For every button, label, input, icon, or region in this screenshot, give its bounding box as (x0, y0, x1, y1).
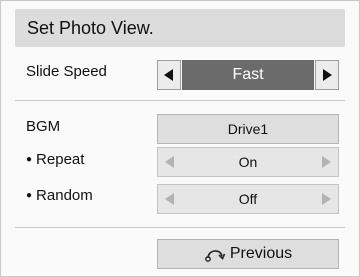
repeat-left-arrow[interactable] (158, 148, 182, 176)
dialog-title: Set Photo View. (27, 17, 154, 38)
left-arrow-icon (165, 156, 174, 168)
repeat-right-arrow[interactable] (314, 148, 338, 176)
slide-speed-label: Slide Speed (26, 63, 107, 80)
repeat-label: Repeat (26, 151, 84, 171)
random-right-arrow[interactable] (314, 185, 338, 213)
dialog-title-bar: Set Photo View. (15, 9, 345, 47)
slide-speed-right-arrow[interactable] (315, 60, 339, 90)
random-label: Random (26, 187, 93, 207)
random-label-text: Random (36, 187, 93, 204)
repeat-label-text: Repeat (36, 151, 85, 168)
bgm-label: BGM (26, 118, 61, 135)
random-left-arrow[interactable] (158, 185, 182, 213)
random-value: Off (238, 191, 258, 207)
repeat-selector[interactable]: On (157, 147, 339, 177)
return-arrow-icon (204, 246, 226, 262)
slide-speed-selector[interactable]: Fast (157, 60, 339, 90)
previous-label: Previous (229, 245, 293, 262)
left-arrow-icon (164, 69, 173, 81)
separator-top (15, 100, 345, 101)
right-arrow-icon (322, 156, 331, 168)
slide-speed-value: Fast (182, 60, 314, 90)
slide-speed-left-arrow[interactable] (157, 60, 181, 90)
random-selector[interactable]: Off (157, 184, 339, 214)
right-arrow-icon (323, 69, 332, 81)
bgm-drive-label: Drive1 (227, 121, 269, 137)
left-arrow-icon (165, 193, 174, 205)
photo-view-settings-dialog: Set Photo View. Slide Speed Fast BGM Dri… (0, 0, 360, 277)
previous-button[interactable]: Previous (157, 239, 339, 269)
separator-bottom (15, 227, 345, 228)
bgm-drive-button[interactable]: Drive1 (157, 114, 339, 144)
repeat-value: On (238, 154, 258, 170)
right-arrow-icon (322, 193, 331, 205)
